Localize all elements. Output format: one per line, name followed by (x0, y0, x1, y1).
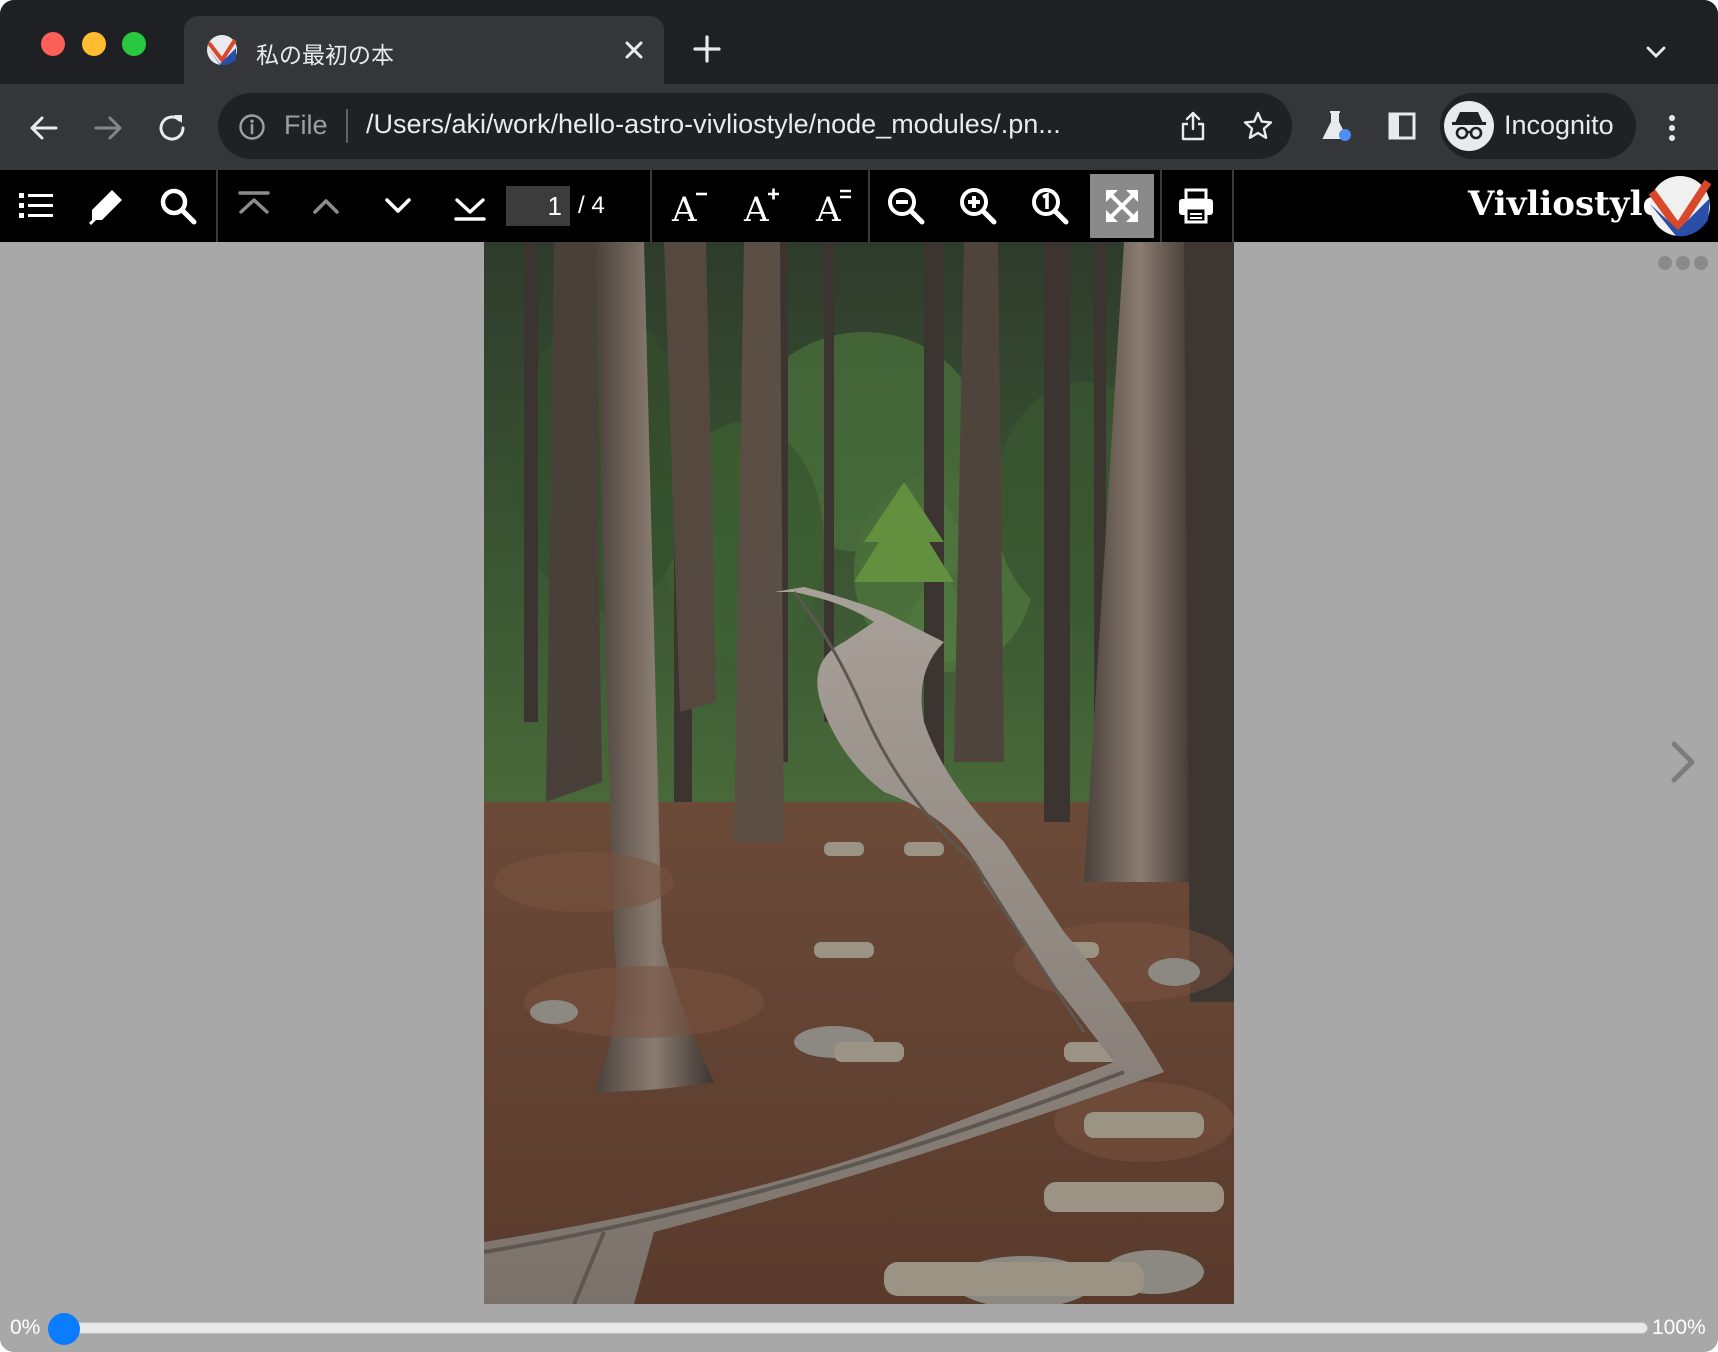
vivliostyle-logo-icon[interactable] (1648, 174, 1712, 238)
viewer-toolbar: 1 / 4 A A A Vivliostyle (0, 170, 1718, 242)
close-window-button[interactable] (41, 32, 65, 56)
arrow-left-icon[interactable] (26, 110, 62, 146)
browser-toolbar: File /Users/aki/work/hello-astro-vivlios… (0, 84, 1718, 170)
star-icon[interactable] (1242, 110, 1274, 142)
search-icon[interactable] (158, 186, 198, 226)
page-progress-bar: 0% 100% (0, 1304, 1718, 1352)
marker-icon[interactable] (86, 186, 126, 226)
chevron-right-icon[interactable] (1666, 738, 1702, 786)
chevron-down-icon[interactable] (1644, 40, 1668, 64)
toc-icon[interactable] (16, 186, 56, 226)
progress-track[interactable] (47, 1313, 1648, 1345)
url-text[interactable]: /Users/aki/work/hello-astro-vivliostyle/… (366, 109, 1146, 140)
incognito-icon (1452, 112, 1486, 140)
info-icon[interactable] (238, 113, 266, 141)
page-total: / 4 (578, 192, 605, 219)
fit-to-screen-icon (1106, 190, 1138, 222)
progress-slider-thumb[interactable] (47, 1313, 80, 1345)
zoom-actual-icon[interactable] (1030, 186, 1070, 226)
tab-active[interactable]: 私の最初の本 (184, 16, 664, 84)
more-horiz-icon[interactable] (1656, 254, 1710, 272)
profile-button[interactable]: Incognito (1440, 93, 1636, 159)
toolbar-divider (650, 170, 652, 242)
svg-text:A: A (815, 190, 841, 226)
profile-label: Incognito (1504, 110, 1614, 140)
tab-title: 私の最初の本 (256, 43, 394, 69)
tab-strip: 私の最初の本 (0, 0, 1718, 84)
arrow-right-icon[interactable] (90, 110, 126, 146)
font-size-increase-icon[interactable]: A (742, 186, 782, 226)
reload-icon[interactable] (154, 110, 190, 146)
maximize-window-button[interactable] (122, 32, 146, 56)
side-panel-icon[interactable] (1386, 110, 1418, 142)
last-page-icon[interactable] (450, 186, 490, 226)
toolbar-divider (216, 170, 218, 242)
previous-page-icon[interactable] (306, 186, 346, 226)
browser-window: 私の最初の本 File /Users/aki/work/hello-astro-… (0, 0, 1718, 1352)
page-image (484, 242, 1234, 1304)
font-size-reset-icon[interactable]: A (814, 186, 854, 226)
incognito-avatar (1444, 101, 1494, 151)
scheme-label: File (284, 110, 328, 140)
forest-boardwalk-photo (484, 242, 1234, 1304)
svg-text:A: A (743, 190, 769, 226)
viewer-content (0, 242, 1718, 1304)
more-vert-icon[interactable] (1660, 110, 1684, 146)
plus-icon[interactable] (692, 34, 722, 64)
print-icon[interactable] (1176, 186, 1216, 226)
zoom-in-icon[interactable] (958, 186, 998, 226)
zoom-out-icon[interactable] (886, 186, 926, 226)
progress-end-label: 100% (1652, 1316, 1706, 1339)
vivliostyle-favicon-icon (207, 35, 237, 66)
toolbar-divider (868, 170, 870, 242)
omnibox[interactable]: File /Users/aki/work/hello-astro-vivlios… (218, 93, 1292, 159)
page-number-input[interactable]: 1 (506, 186, 570, 226)
brand-name: Vivliostyle (1468, 184, 1665, 224)
font-size-decrease-icon[interactable]: A (670, 186, 710, 226)
omnibox-divider (346, 109, 348, 143)
fit-to-screen-button[interactable] (1090, 174, 1154, 238)
flask-icon[interactable] (1318, 108, 1354, 144)
share-icon[interactable] (1178, 110, 1208, 142)
first-page-icon[interactable] (234, 186, 274, 226)
progress-start-label: 0% (10, 1316, 41, 1339)
svg-text:A: A (671, 190, 697, 226)
toolbar-divider (1232, 170, 1234, 242)
minimize-window-button[interactable] (82, 32, 106, 56)
toolbar-divider (1160, 170, 1162, 242)
next-page-icon[interactable] (378, 186, 418, 226)
close-icon[interactable] (620, 36, 648, 64)
